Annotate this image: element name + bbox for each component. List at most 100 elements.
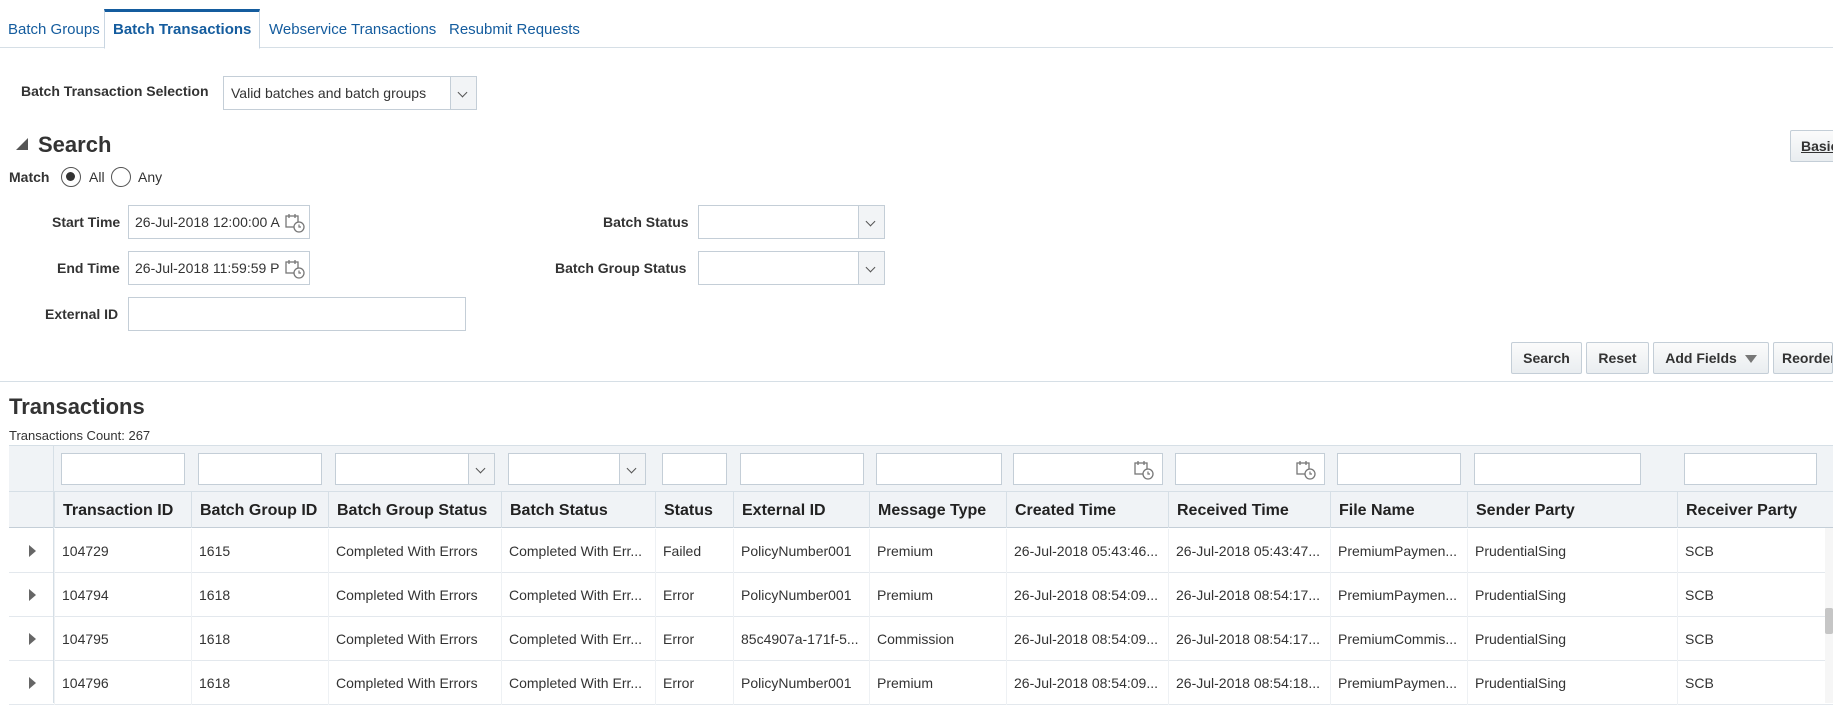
cell-received-time: 26-Jul-2018 08:54:17... (1168, 617, 1330, 661)
cell-received-time: 26-Jul-2018 08:54:17... (1168, 573, 1330, 617)
end-time-label: End Time (57, 260, 120, 276)
cell-batch-group-status: Completed With Errors (328, 661, 501, 705)
column-header[interactable]: File Name (1330, 492, 1467, 528)
chevron-down-icon[interactable] (858, 252, 884, 284)
filter-batch-group-id[interactable] (198, 453, 322, 485)
tab-bar: Batch Groups Batch Transactions Webservi… (0, 0, 1833, 49)
cell-message-type: Premium (869, 529, 1006, 573)
filter-sender-party[interactable] (1474, 453, 1641, 485)
tab-webservice-transactions[interactable]: Webservice Transactions (261, 10, 444, 48)
tab-batch-groups[interactable]: Batch Groups (0, 10, 108, 48)
cell-batch-status: Completed With Err... (501, 573, 655, 617)
cell-status: Error (655, 573, 733, 617)
filter-row (9, 445, 1833, 492)
cell-received-time: 26-Jul-2018 08:54:18... (1168, 661, 1330, 705)
chevron-down-icon[interactable] (468, 454, 494, 484)
batch-group-status-label: Batch Group Status (555, 260, 687, 276)
cell-transaction-id: 104794 (54, 573, 191, 617)
calendar-icon[interactable] (1134, 460, 1154, 480)
batch-group-status-select[interactable] (698, 251, 885, 285)
table-vertical-scrollbar[interactable] (1825, 528, 1833, 703)
cell-batch-status: Completed With Err... (501, 529, 655, 573)
table-row[interactable]: 104794 1618 Completed With Errors Comple… (9, 573, 1833, 617)
column-header[interactable]: Batch Group ID (191, 492, 328, 528)
filter-batch-status[interactable] (508, 453, 646, 485)
transactions-table: Transaction ID Batch Group ID Batch Grou… (9, 445, 1833, 705)
match-any-radio[interactable] (111, 167, 131, 187)
chevron-down-icon[interactable] (619, 454, 645, 484)
calendar-icon[interactable] (1296, 460, 1316, 480)
cell-created-time: 26-Jul-2018 08:54:09... (1006, 573, 1168, 617)
scrollbar-thumb[interactable] (1825, 608, 1833, 634)
dropdown-triangle-icon (1744, 355, 1757, 364)
column-header[interactable]: Batch Status (501, 492, 655, 528)
calendar-icon[interactable] (285, 259, 305, 279)
column-header[interactable]: Batch Group Status (328, 492, 501, 528)
column-header[interactable]: Created Time (1006, 492, 1168, 528)
column-header[interactable]: Received Time (1168, 492, 1330, 528)
filter-receiver-party[interactable] (1684, 453, 1817, 485)
column-header[interactable]: Status (655, 492, 733, 528)
external-id-input[interactable] (128, 297, 466, 331)
cell-batch-status: Completed With Err... (501, 617, 655, 661)
end-time-input[interactable]: 26-Jul-2018 11:59:59 P (128, 251, 310, 285)
chevron-down-icon[interactable] (858, 206, 884, 238)
cell-sender-party: PrudentialSing (1467, 661, 1677, 705)
start-time-label: Start Time (52, 214, 121, 230)
cell-file-name: PremiumPaymen... (1330, 661, 1467, 705)
end-time-value: 26-Jul-2018 11:59:59 P (135, 260, 280, 276)
filter-received-time[interactable] (1175, 453, 1325, 485)
start-time-input[interactable]: 26-Jul-2018 12:00:00 A (128, 205, 310, 239)
filter-file-name[interactable] (1337, 453, 1461, 485)
filter-message-type[interactable] (876, 453, 1002, 485)
calendar-icon[interactable] (285, 213, 305, 233)
search-button[interactable]: Search (1511, 342, 1582, 374)
batch-status-select[interactable] (698, 205, 885, 239)
table-row[interactable]: 104729 1615 Completed With Errors Comple… (9, 529, 1833, 573)
column-header[interactable]: Sender Party (1467, 492, 1677, 528)
filter-batch-group-status[interactable] (335, 453, 495, 485)
column-header[interactable]: Receiver Party (1677, 492, 1833, 528)
tab-resubmit-requests[interactable]: Resubmit Requests (441, 10, 588, 48)
cell-sender-party: PrudentialSing (1467, 573, 1677, 617)
cell-file-name: PremiumPaymen... (1330, 529, 1467, 573)
chevron-down-icon[interactable] (450, 77, 476, 109)
cell-message-type: Premium (869, 661, 1006, 705)
filter-status[interactable] (662, 453, 727, 485)
cell-batch-group-status: Completed With Errors (328, 529, 501, 573)
cell-transaction-id: 104795 (54, 617, 191, 661)
cell-batch-status: Completed With Err... (501, 661, 655, 705)
cell-created-time: 26-Jul-2018 05:43:46... (1006, 529, 1168, 573)
disclose-triangle-icon[interactable] (16, 138, 28, 150)
cell-status: Error (655, 617, 733, 661)
match-all-radio[interactable] (61, 167, 81, 187)
batch-transaction-selection-select[interactable]: Valid batches and batch groups (223, 76, 477, 110)
table-header: Transaction ID Batch Group ID Batch Grou… (9, 492, 1833, 528)
add-fields-button[interactable]: Add Fields (1653, 342, 1769, 374)
start-time-value: 26-Jul-2018 12:00:00 A (135, 214, 280, 230)
cell-batch-group-status: Completed With Errors (328, 573, 501, 617)
cell-batch-group-id: 1618 (191, 617, 328, 661)
cell-receiver-party: SCB (1677, 573, 1817, 617)
filter-created-time[interactable] (1013, 453, 1163, 485)
cell-batch-group-status: Completed With Errors (328, 617, 501, 661)
column-header[interactable]: Message Type (869, 492, 1006, 528)
basic-button[interactable]: Basic (1790, 130, 1833, 162)
cell-sender-party: PrudentialSing (1467, 529, 1677, 573)
cell-sender-party: PrudentialSing (1467, 617, 1677, 661)
reset-button[interactable]: Reset (1586, 342, 1649, 374)
tab-batch-transactions[interactable]: Batch Transactions (104, 9, 261, 49)
cell-receiver-party: SCB (1677, 661, 1817, 705)
cell-batch-group-id: 1618 (191, 661, 328, 705)
reorder-button[interactable]: Reorder (1773, 342, 1833, 374)
cell-status: Failed (655, 529, 733, 573)
cell-created-time: 26-Jul-2018 08:54:09... (1006, 661, 1168, 705)
column-header[interactable]: External ID (733, 492, 869, 528)
cell-created-time: 26-Jul-2018 08:54:09... (1006, 617, 1168, 661)
filter-transaction-id[interactable] (61, 453, 185, 485)
cell-file-name: PremiumCommis... (1330, 617, 1467, 661)
column-header[interactable]: Transaction ID (54, 492, 191, 528)
table-row[interactable]: 104795 1618 Completed With Errors Comple… (9, 617, 1833, 661)
filter-external-id[interactable] (740, 453, 864, 485)
table-row[interactable]: 104796 1618 Completed With Errors Comple… (9, 661, 1833, 705)
